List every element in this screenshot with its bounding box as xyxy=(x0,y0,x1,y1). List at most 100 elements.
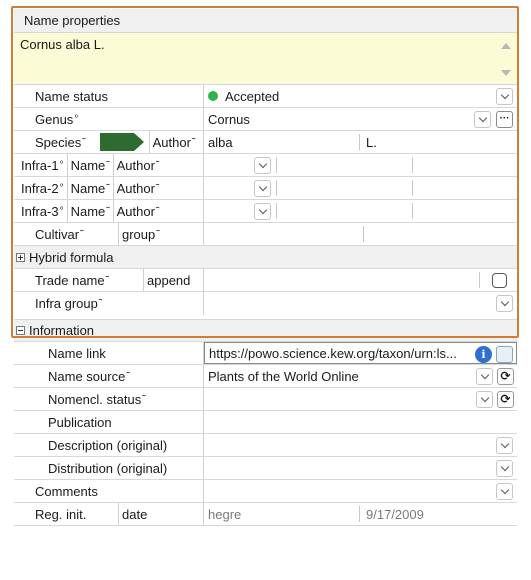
trade-name-row: Trade name ˜ append xyxy=(14,269,517,292)
infra-1-field[interactable] xyxy=(204,154,517,176)
name-source-label: Name source ˜ xyxy=(14,365,204,387)
infra-group-label: Infra group ˜ xyxy=(14,292,204,315)
comments-select[interactable] xyxy=(204,480,517,502)
name-link-field[interactable]: https://powo.science.kew.org/taxon/urn:l… xyxy=(204,342,517,364)
species-row: Species ˜ Author ˜ alba L. xyxy=(14,131,517,154)
infra-2-name-cell: Name ˜ xyxy=(68,177,114,199)
genus-value: Cornus xyxy=(208,111,250,127)
nomencl-status-dropdown-icon[interactable] xyxy=(476,391,493,408)
description-select[interactable] xyxy=(204,434,517,456)
infra-group-select[interactable] xyxy=(204,292,517,315)
infra-2-label: Infra-2 ° Name ˜ Author ˜ xyxy=(14,177,204,199)
trade-name-mark: ˜ xyxy=(105,274,109,286)
infra-1-name-label: Name xyxy=(70,157,106,173)
name-link-row: Name link https://powo.science.kew.org/t… xyxy=(14,342,517,365)
refresh-icon[interactable]: ⟳ xyxy=(497,368,514,385)
infra-group-label-text: Infra group xyxy=(35,296,98,311)
distribution-dropdown-icon[interactable] xyxy=(496,460,513,477)
distribution-select[interactable] xyxy=(204,457,517,479)
infra-1-label: Infra-1 ° Name ˜ Author ˜ xyxy=(14,154,204,176)
scroll-up-icon[interactable] xyxy=(501,43,511,49)
reg-init-row: Reg. init. date hegre 9/17/2009 xyxy=(14,503,517,526)
infra-2-field[interactable] xyxy=(204,177,517,199)
scroll-down-icon[interactable] xyxy=(501,70,511,76)
infra-3-dropdown-icon[interactable] xyxy=(254,203,271,220)
name-source-select[interactable]: Plants of the World Online ⟳ xyxy=(204,365,517,387)
description-label: Description (original) xyxy=(14,434,204,456)
hybrid-formula-group[interactable]: Hybrid formula xyxy=(14,246,517,269)
name-status-row: Name status Accepted xyxy=(14,85,517,108)
infra-1-mark: ° xyxy=(59,159,64,171)
comments-row: Comments xyxy=(14,480,517,503)
infra-1-label-cell: Infra-1 ° xyxy=(21,154,68,176)
nomencl-status-select[interactable]: ⟳ xyxy=(204,388,517,410)
full-name-field[interactable]: Cornus alba L. xyxy=(14,33,517,85)
information-group[interactable]: Information xyxy=(14,319,517,342)
cultivar-group-mark: ˜ xyxy=(156,228,160,240)
species-value: alba xyxy=(208,134,233,150)
description-dropdown-icon[interactable] xyxy=(496,437,513,454)
species-author-mark: ˜ xyxy=(191,136,196,148)
genus-select[interactable]: Cornus ··· xyxy=(204,108,517,130)
species-mark: ˜ xyxy=(82,136,86,148)
full-name-text: Cornus alba L. xyxy=(20,37,105,52)
infra-1-author-mark: ˜ xyxy=(155,159,160,171)
infra-3-author-mark: ˜ xyxy=(155,205,160,217)
open-link-icon[interactable] xyxy=(496,346,513,363)
infra-1-label-text: Infra-1 xyxy=(21,157,59,173)
collapse-icon[interactable] xyxy=(16,326,25,335)
distribution-label: Distribution (original) xyxy=(14,457,204,479)
name-properties-header: Name properties xyxy=(14,9,517,33)
cultivar-group-label: group xyxy=(122,226,156,242)
infra-3-row: Infra-3 ° Name ˜ Author ˜ xyxy=(14,200,517,223)
comments-label: Comments xyxy=(14,480,204,502)
infra-3-label-text: Infra-3 xyxy=(21,203,59,219)
expand-icon[interactable] xyxy=(16,252,25,262)
cultivar-field[interactable] xyxy=(204,223,517,245)
infra-3-label-cell: Infra-3 ° xyxy=(21,200,68,222)
reg-init-label: Reg. init. date xyxy=(14,503,204,525)
name-link-value: https://powo.science.kew.org/taxon/urn:l… xyxy=(209,345,457,361)
infra-2-author-label: Author xyxy=(116,180,155,196)
publication-row: Publication xyxy=(14,411,517,434)
infra-1-row: Infra-1 ° Name ˜ Author ˜ xyxy=(14,154,517,177)
trade-name-checkbox[interactable] xyxy=(492,273,507,288)
name-status-select[interactable]: Accepted xyxy=(204,85,517,107)
reg-init-date: 9/17/2009 xyxy=(366,506,424,522)
reg-date-label: date xyxy=(122,506,148,522)
append-label: append xyxy=(147,272,191,288)
infra-3-label: Infra-3 ° Name ˜ Author ˜ xyxy=(14,200,204,222)
information-label: Information xyxy=(29,323,95,338)
comments-dropdown-icon[interactable] xyxy=(496,483,513,500)
infra-3-field[interactable] xyxy=(204,200,517,222)
publication-field[interactable] xyxy=(204,411,517,433)
infra-2-label-cell: Infra-2 ° xyxy=(21,177,68,199)
reg-init-user: hegre xyxy=(208,506,242,522)
infra-3-name-label: Name xyxy=(70,203,106,219)
infra-2-label-text: Infra-2 xyxy=(21,180,59,196)
infra-1-dropdown-icon[interactable] xyxy=(254,157,271,174)
name-source-mark: ˜ xyxy=(126,370,130,382)
nomencl-refresh-icon[interactable]: ⟳ xyxy=(497,391,514,408)
genus-label-text: Genus xyxy=(35,111,74,127)
description-row: Description (original) xyxy=(14,434,517,457)
cultivar-mark: ˜ xyxy=(80,228,84,240)
species-field[interactable]: alba L. xyxy=(204,131,517,153)
infra-3-mark: ° xyxy=(59,205,64,217)
trade-name-field[interactable] xyxy=(204,269,517,291)
infra-1-name-mark: ˜ xyxy=(106,159,110,171)
name-source-dropdown-icon[interactable] xyxy=(476,368,493,385)
infra-2-author-mark: ˜ xyxy=(155,182,160,194)
nomencl-status-row: Nomencl. status ˜ ⟳ xyxy=(14,388,517,411)
genus-more-button[interactable]: ··· xyxy=(496,111,513,128)
name-status-dropdown-icon[interactable] xyxy=(496,88,513,105)
name-properties-panel: Name properties Cornus alba L. Name stat… xyxy=(14,9,517,526)
infra-group-dropdown-icon[interactable] xyxy=(496,295,513,312)
genus-dropdown-icon[interactable] xyxy=(474,111,491,128)
info-icon[interactable]: i xyxy=(475,346,492,363)
species-author-value[interactable]: L. xyxy=(366,135,377,150)
infra-2-dropdown-icon[interactable] xyxy=(254,180,271,197)
nomencl-status-label-text: Nomencl. status xyxy=(48,391,142,407)
trade-name-label: Trade name ˜ append xyxy=(14,269,204,291)
reg-init-field: hegre 9/17/2009 xyxy=(204,503,517,525)
